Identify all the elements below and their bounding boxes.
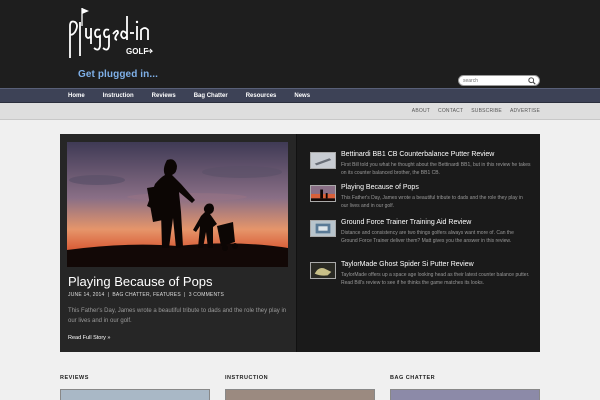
- featured-panel: Playing Because of Pops JUNE 14, 2014 | …: [60, 134, 540, 352]
- list-item[interactable]: Bettinardi BB1 CB Counterbalance Putter …: [310, 151, 534, 184]
- section-image[interactable]: [60, 389, 210, 400]
- search-box[interactable]: [458, 75, 540, 86]
- story-list: Bettinardi BB1 CB Counterbalance Putter …: [297, 134, 540, 352]
- story-title[interactable]: Bettinardi BB1 CB Counterbalance Putter …: [341, 151, 494, 158]
- nav-item-resources[interactable]: Resources: [246, 89, 277, 103]
- story-desc: First Bill told you what he thought abou…: [341, 162, 531, 176]
- list-item[interactable]: TaylorMade Ghost Spider Si Putter Review…: [310, 261, 534, 294]
- featured-meta: JUNE 14, 2014 | BAG CHATTER, FEATURES | …: [68, 292, 224, 298]
- story-desc: This Father's Day, James wrote a beautif…: [341, 195, 523, 209]
- trainer-thumb[interactable]: [310, 220, 336, 237]
- secondary-nav-contact[interactable]: CONTACT: [438, 103, 463, 120]
- read-full-story-link[interactable]: Read Full Story »: [68, 335, 111, 341]
- story-title[interactable]: Playing Because of Pops: [341, 184, 419, 191]
- nav-item-bag-chatter[interactable]: Bag Chatter: [194, 89, 228, 103]
- nav-item-reviews[interactable]: Reviews: [152, 89, 176, 103]
- site-header: GOLF Get plugged in...: [0, 0, 600, 88]
- secondary-nav: ABOUT CONTACT SUBSCRIBE ADVERTISE: [0, 103, 600, 120]
- section-instruction: INSTRUCTION: [225, 375, 375, 400]
- nav-item-instruction[interactable]: Instruction: [103, 89, 134, 103]
- section-heading[interactable]: BAG CHATTER: [390, 375, 540, 381]
- story-desc: TaylorMade offers up a space age looking…: [341, 272, 530, 286]
- main-nav: Home Instruction Reviews Bag Chatter Res…: [0, 88, 600, 103]
- section-heading[interactable]: INSTRUCTION: [225, 375, 375, 381]
- secondary-nav-subscribe[interactable]: SUBSCRIBE: [471, 103, 502, 120]
- featured-date: JUNE 14, 2014: [68, 292, 105, 298]
- featured-title[interactable]: Playing Because of Pops: [68, 274, 213, 289]
- sunset-thumb[interactable]: [310, 185, 336, 202]
- meta-separator: |: [182, 292, 188, 298]
- site-logo[interactable]: GOLF: [66, 6, 156, 70]
- nav-item-news[interactable]: News: [294, 89, 310, 103]
- page: GOLF Get plugged in... Home Instruction …: [0, 0, 600, 400]
- section-heading[interactable]: REVIEWS: [60, 375, 210, 381]
- section-image[interactable]: [225, 389, 375, 400]
- story-title[interactable]: Ground Force Trainer Training Aid Review: [341, 219, 471, 226]
- section-image[interactable]: [390, 389, 540, 400]
- svg-text:GOLF: GOLF: [126, 47, 148, 56]
- section-reviews: REVIEWS: [60, 375, 210, 400]
- featured-categories[interactable]: BAG CHATTER, FEATURES: [112, 292, 180, 298]
- featured-excerpt: This Father's Day, James wrote a beautif…: [68, 308, 287, 324]
- putter-head-thumb[interactable]: [310, 262, 336, 279]
- putter-thumb[interactable]: [310, 152, 336, 169]
- featured-image[interactable]: [67, 142, 288, 267]
- list-item[interactable]: Playing Because of Pops This Father's Da…: [310, 184, 534, 217]
- section-bag-chatter: BAG CHATTER: [390, 375, 540, 400]
- meta-separator: |: [106, 292, 111, 298]
- list-item[interactable]: Ground Force Trainer Training Aid Review…: [310, 219, 534, 252]
- secondary-nav-about[interactable]: ABOUT: [412, 103, 430, 120]
- site-tagline: Get plugged in...: [78, 69, 159, 80]
- story-desc: Distance and consistency are two things …: [341, 230, 514, 244]
- nav-item-home[interactable]: Home: [68, 89, 85, 103]
- story-title[interactable]: TaylorMade Ghost Spider Si Putter Review: [341, 261, 474, 268]
- search-input[interactable]: [463, 76, 527, 85]
- featured-comments[interactable]: 3 COMMENTS: [189, 292, 224, 298]
- search-icon[interactable]: [528, 77, 536, 85]
- secondary-nav-advertise[interactable]: ADVERTISE: [510, 103, 540, 120]
- featured-story: Playing Because of Pops JUNE 14, 2014 | …: [60, 134, 297, 352]
